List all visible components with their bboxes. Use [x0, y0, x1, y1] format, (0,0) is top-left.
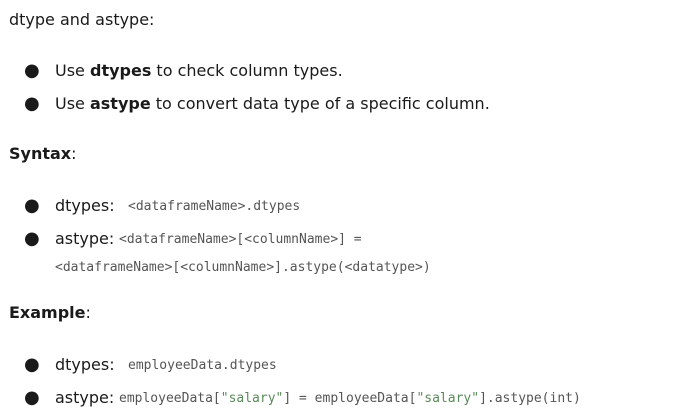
section-heading: dtype and astype:: [9, 10, 155, 29]
bullet-dot: ●: [24, 354, 40, 375]
example-astype-code: employeeData["salary"] = employeeData["s…: [119, 391, 581, 406]
bullet-dot: ●: [24, 228, 40, 249]
syntax-heading: Syntax:: [9, 144, 77, 163]
string-literal: "salary": [220, 391, 284, 406]
example-heading: Example:: [9, 303, 91, 322]
syntax-dtypes-label: dtypes:: [55, 196, 115, 215]
syntax-astype-code-line1: <dataframeName>[<columnName>] =: [119, 232, 362, 247]
bullet-dot: ●: [24, 387, 40, 408]
syntax-astype-code-line2: <dataframeName>[<columnName>].astype(<da…: [55, 260, 431, 275]
bullet-dot: ●: [24, 60, 40, 81]
keyword-dtypes: dtypes: [89, 61, 152, 80]
syntax-astype-label: astype:: [55, 229, 115, 248]
example-astype-label: astype:: [55, 388, 115, 407]
bullet-dot: ●: [24, 195, 40, 216]
bullet-dot: ●: [24, 93, 40, 114]
example-dtypes-code: employeeData.dtypes: [128, 358, 277, 373]
string-literal: "salary": [416, 391, 480, 406]
example-dtypes-label: dtypes:: [55, 355, 115, 374]
bullet-text: Use astype to convert data type of a spe…: [55, 94, 490, 113]
syntax-dtypes-code: <dataframeName>.dtypes: [128, 199, 301, 214]
bullet-text: Use dtypes to check column types.: [55, 61, 343, 80]
keyword-astype: astype: [89, 94, 151, 113]
